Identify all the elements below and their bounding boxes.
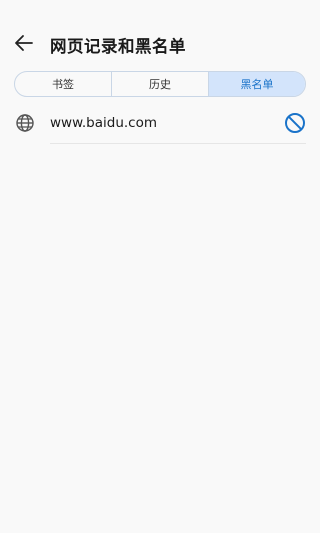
tab-bar: 书签 历史 黑名单 [14, 71, 306, 97]
arrow-left-icon [15, 35, 33, 51]
globe-icon [16, 114, 34, 132]
back-button[interactable] [10, 29, 38, 57]
divider [50, 143, 306, 144]
tab-blacklist[interactable]: 黑名单 [209, 72, 305, 96]
block-icon[interactable] [283, 111, 307, 135]
page-title: 网页记录和黑名单 [50, 37, 186, 56]
list-item[interactable]: www.baidu.com [0, 104, 320, 144]
app-bar: 网页记录和黑名单 [0, 0, 320, 62]
screen: 网页记录和黑名单 书签 历史 黑名单 www.baidu.com [0, 0, 320, 533]
tab-bookmarks[interactable]: 书签 [15, 72, 112, 96]
tab-history[interactable]: 历史 [112, 72, 209, 96]
url-text: www.baidu.com [50, 115, 158, 131]
